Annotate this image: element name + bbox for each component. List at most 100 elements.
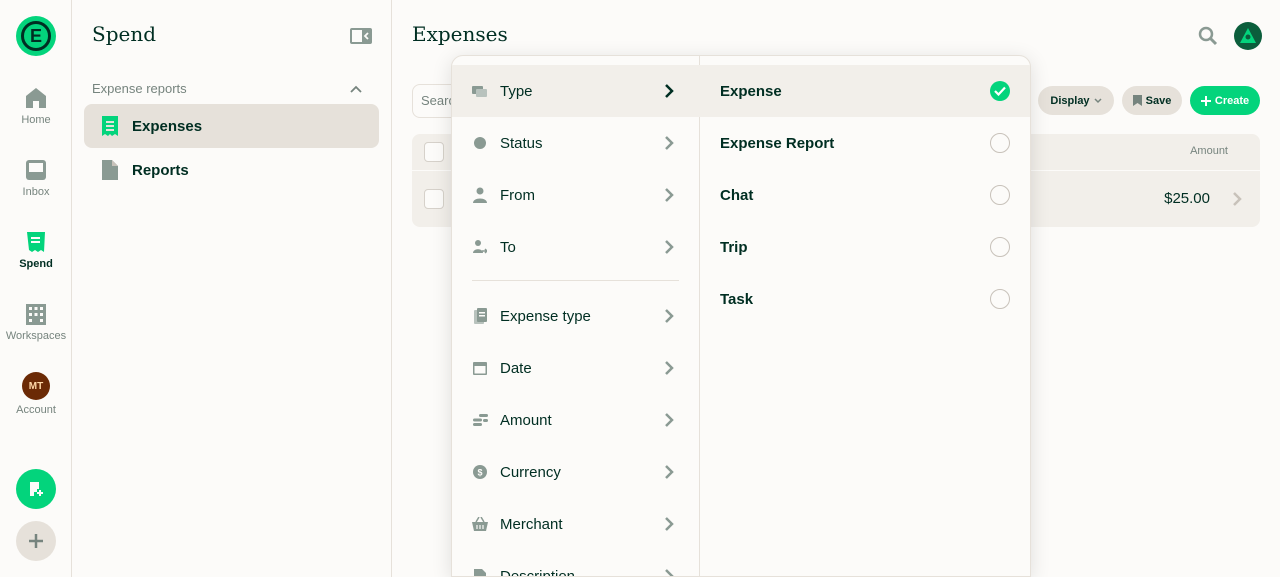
person-icon (473, 187, 487, 203)
display-label: Display (1050, 94, 1090, 107)
filter-label: Date (500, 359, 532, 377)
radio-checked[interactable] (990, 81, 1010, 101)
filter-from[interactable]: From (452, 169, 700, 221)
plus-icon (1200, 95, 1211, 106)
svg-text:$: $ (477, 468, 482, 478)
chevron-right-icon (665, 517, 674, 531)
type-option-task[interactable]: Task (700, 273, 1030, 325)
building-icon (26, 304, 46, 325)
filter-date[interactable]: Date (452, 342, 700, 394)
filter-currency[interactable]: $ Currency (452, 446, 700, 498)
receipt-icon (27, 232, 45, 252)
filter-label: Description (500, 567, 576, 577)
option-label: Task (720, 290, 754, 308)
type-option-trip[interactable]: Trip (700, 221, 1030, 273)
radio[interactable] (990, 185, 1010, 205)
receipt-icon (473, 308, 487, 324)
option-label: Chat (720, 186, 754, 204)
collapse-sidebar-icon[interactable] (350, 28, 372, 44)
new-expense-button[interactable] (16, 469, 56, 509)
search-icon[interactable] (1198, 26, 1218, 46)
filter-label: From (500, 186, 535, 204)
chevron-right-icon (665, 569, 674, 576)
rail-home[interactable]: Home (0, 86, 72, 126)
left-rail: E Home Inbox Spend Workspaces MT Account (0, 0, 72, 577)
chevron-right-icon (665, 465, 674, 479)
chevron-down-icon (1094, 97, 1102, 103)
radio[interactable] (990, 289, 1010, 309)
filter-popover: Type Status From To Expense type Date Am… (451, 55, 1031, 577)
filter-to[interactable]: To (452, 221, 700, 273)
new-receipt-icon (30, 482, 43, 496)
option-label: Expense (720, 82, 782, 100)
filter-label: Currency (500, 463, 561, 481)
filter-type[interactable]: Type (452, 65, 700, 117)
filter-expense-type[interactable]: Expense type (452, 290, 700, 342)
rail-account-label: Account (16, 404, 56, 416)
sidebar: Spend Expense reports Expenses Reports (72, 0, 392, 577)
coins-icon (472, 414, 488, 426)
create-label: Create (1214, 94, 1250, 107)
chevron-right-icon (665, 361, 674, 375)
type-option-expense-report[interactable]: Expense Report (700, 117, 1030, 169)
chevron-right-icon (665, 240, 674, 254)
rail-inbox-label: Inbox (22, 186, 50, 198)
rail-account[interactable]: MT Account (0, 372, 72, 416)
rail-spend[interactable]: Spend (0, 230, 72, 270)
filter-merchant[interactable]: Merchant (452, 498, 700, 550)
type-option-expense[interactable]: Expense (700, 65, 1030, 117)
status-icon (474, 137, 486, 149)
option-label: Expense Report (720, 134, 835, 152)
chevron-right-icon (665, 188, 674, 202)
chevron-right-icon (665, 136, 674, 150)
rail-workspaces[interactable]: Workspaces (0, 302, 72, 342)
sidebar-item-expenses[interactable]: Expenses (84, 104, 379, 148)
avatar-icon (1240, 28, 1256, 43)
save-label: Save (1145, 94, 1172, 107)
rail-inbox[interactable]: Inbox (0, 158, 72, 198)
section-expense-reports[interactable]: Expense reports (92, 81, 362, 96)
chevron-right-icon (1233, 192, 1242, 206)
create-button[interactable]: Create (1190, 86, 1260, 115)
person-to-icon (473, 240, 487, 254)
document-icon (474, 568, 486, 576)
chevron-right-icon (665, 413, 674, 427)
chevron-up-icon (350, 85, 362, 93)
display-button[interactable]: Display (1038, 86, 1114, 115)
filter-amount[interactable]: Amount (452, 394, 700, 446)
page-title: Expenses (412, 22, 508, 46)
receipt-icon (102, 116, 118, 136)
filter-divider (472, 280, 679, 281)
rail-home-label: Home (21, 114, 51, 126)
filter-description[interactable]: Description (452, 550, 700, 577)
filter-label: Amount (500, 411, 552, 429)
type-icon (472, 86, 487, 97)
filter-label: Type (500, 82, 533, 100)
filter-label: To (500, 238, 516, 256)
row-checkbox[interactable] (424, 189, 444, 209)
sidebar-item-reports[interactable]: Reports (84, 148, 379, 192)
type-options: Expense Expense Report Chat Trip Task (700, 56, 1030, 576)
chevron-right-icon (665, 84, 674, 98)
expensify-logo[interactable]: E (16, 16, 56, 56)
plus-icon (29, 534, 43, 548)
avatar: MT (22, 372, 50, 400)
rail-spend-label: Spend (19, 258, 53, 270)
type-option-chat[interactable]: Chat (700, 169, 1030, 221)
inbox-icon (26, 160, 46, 180)
radio[interactable] (990, 237, 1010, 257)
currency-icon: $ (473, 465, 487, 479)
radio[interactable] (990, 133, 1010, 153)
add-button[interactable] (16, 521, 56, 561)
user-avatar[interactable] (1234, 22, 1262, 50)
section-label: Expense reports (92, 81, 187, 96)
filter-list: Type Status From To Expense type Date Am… (452, 56, 700, 576)
chevron-right-icon (665, 309, 674, 323)
filter-status[interactable]: Status (452, 117, 700, 169)
amount-column-header[interactable]: Amount (1190, 145, 1228, 157)
filter-label: Merchant (500, 515, 563, 533)
select-all-checkbox[interactable] (424, 142, 444, 162)
filter-label: Status (500, 134, 543, 152)
sidebar-title: Spend (92, 22, 157, 46)
save-button[interactable]: Save (1122, 86, 1182, 115)
